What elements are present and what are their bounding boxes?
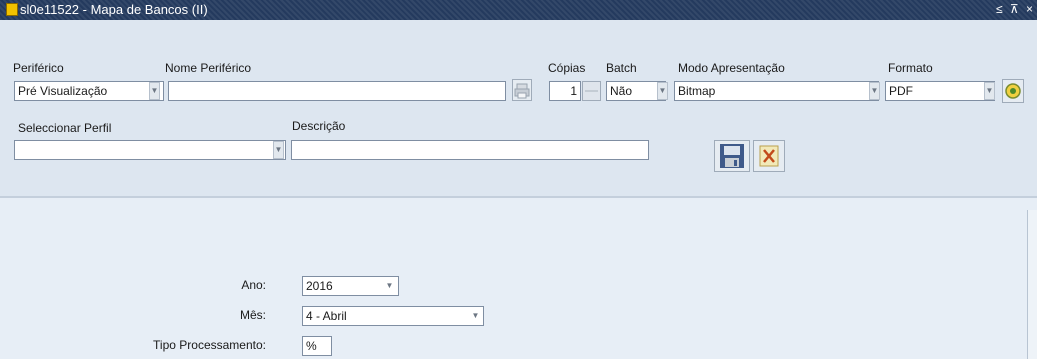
- chevron-down-icon[interactable]: ▼: [273, 141, 284, 159]
- window-controls[interactable]: ≤ ⊼ ×: [996, 2, 1035, 16]
- app-icon: [6, 3, 18, 16]
- modo-apresentacao-label: Modo Apresentação: [678, 61, 785, 75]
- batch-label: Batch: [606, 61, 637, 75]
- chevron-down-icon[interactable]: ▼: [869, 82, 880, 100]
- seleccionar-perfil-select[interactable]: [14, 140, 286, 160]
- chevron-down-icon[interactable]: ▼: [149, 82, 160, 100]
- periferico-label: Periférico: [13, 61, 64, 75]
- modo-apresentacao-value: Bitmap: [678, 84, 716, 98]
- ano-value: 2016: [306, 279, 333, 293]
- copias-stepper[interactable]: [582, 81, 601, 101]
- stepper-icon: [585, 90, 598, 92]
- chevron-down-icon[interactable]: ▼: [984, 82, 995, 100]
- batch-value: Não: [610, 84, 633, 98]
- modo-apresentacao-select[interactable]: Bitmap: [674, 81, 879, 101]
- delete-profile-button[interactable]: [753, 140, 785, 172]
- periferico-select[interactable]: Pré Visualização: [14, 81, 164, 101]
- vertical-scrollbar[interactable]: [1027, 210, 1037, 359]
- chevron-down-icon[interactable]: ▼: [384, 277, 395, 295]
- descricao-label: Descrição: [292, 119, 346, 133]
- printer-button[interactable]: [512, 79, 532, 101]
- mes-select[interactable]: 4 - Abril: [302, 306, 484, 326]
- nome-periferico-input[interactable]: [168, 81, 506, 101]
- save-icon: [720, 144, 744, 168]
- window-title: sl0e11522 - Mapa de Bancos (II): [20, 2, 208, 17]
- copias-label: Cópias: [548, 61, 586, 75]
- mes-value: 4 - Abril: [306, 309, 347, 323]
- tipo-processamento-label: Tipo Processamento:: [153, 338, 266, 352]
- delete-icon: [759, 145, 779, 167]
- printer-icon: [514, 83, 530, 99]
- help-icon: [1005, 83, 1021, 99]
- copias-input[interactable]: 1: [549, 81, 581, 101]
- seleccionar-perfil-label: Seleccionar Perfil: [18, 121, 112, 135]
- report-parameters-panel: [0, 198, 1037, 359]
- chevron-down-icon[interactable]: ▼: [657, 82, 668, 100]
- descricao-input[interactable]: [291, 140, 649, 160]
- periferico-value: Pré Visualização: [18, 84, 108, 98]
- formato-label: Formato: [888, 61, 933, 75]
- ano-label: Ano:: [241, 278, 266, 292]
- mes-label: Mês:: [239, 308, 266, 322]
- window-titlebar: sl0e11522 - Mapa de Bancos (II) ≤ ⊼ ×: [0, 0, 1037, 20]
- formato-value: PDF: [889, 84, 913, 98]
- tipo-processamento-input[interactable]: %: [302, 336, 332, 356]
- output-settings-panel: Periférico Nome Periférico Cópias Batch …: [0, 20, 1037, 198]
- chevron-down-icon[interactable]: ▼: [470, 307, 481, 325]
- nome-periferico-label: Nome Periférico: [165, 61, 252, 75]
- save-profile-button[interactable]: [714, 140, 750, 172]
- formato-select[interactable]: PDF: [885, 81, 995, 101]
- help-button[interactable]: [1002, 79, 1024, 103]
